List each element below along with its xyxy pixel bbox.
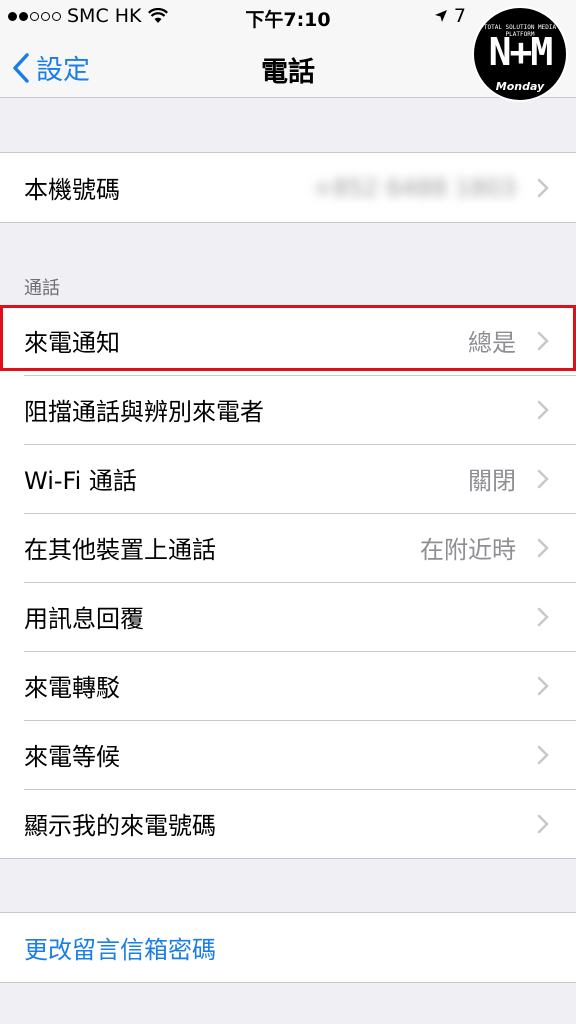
- call-forwarding-row[interactable]: 來電轉駁: [0, 651, 576, 720]
- row-label: 顯示我的來電號碼: [24, 812, 216, 840]
- my-number-row[interactable]: 本機號碼 +852 6488 1803: [0, 153, 576, 222]
- chevron-right-icon: [537, 814, 549, 833]
- chevron-right-icon: [537, 178, 549, 197]
- row-label: 本機號碼: [24, 176, 120, 204]
- row-value: 總是: [468, 329, 516, 357]
- chevron-right-icon: [537, 538, 549, 557]
- chevron-right-icon: [537, 469, 549, 488]
- chevron-right-icon: [537, 745, 549, 764]
- row-label: 更改留言信箱密碼: [24, 936, 216, 964]
- battery-percent: 7: [453, 5, 466, 27]
- change-voicemail-password-button[interactable]: 更改留言信箱密碼: [0, 913, 576, 982]
- row-label: 在其他裝置上通話: [24, 536, 216, 564]
- row-label: 來電等候: [24, 743, 120, 771]
- location-arrow-icon: [434, 10, 447, 22]
- wifi-calling-row[interactable]: Wi-Fi 通話 關閉: [0, 444, 576, 513]
- calls-on-other-devices-row[interactable]: 在其他裝置上通話 在附近時: [0, 513, 576, 582]
- row-label: Wi-Fi 通話: [24, 467, 137, 495]
- row-value: 關閉: [468, 467, 516, 495]
- section-header-calls: 通話: [24, 278, 60, 299]
- calls-group: 來電通知 總是 阻擋通話與辨別來電者 Wi-Fi 通話 關閉 在其他裝置上通話 …: [0, 305, 576, 859]
- chevron-right-icon: [537, 607, 549, 626]
- logo-wordmark: Monday: [495, 80, 545, 93]
- announce-calls-row[interactable]: 來電通知 總是: [0, 306, 576, 375]
- my-number-group: 本機號碼 +852 6488 1803: [0, 152, 576, 223]
- show-caller-id-row[interactable]: 顯示我的來電號碼: [0, 789, 576, 858]
- call-blocking-row[interactable]: 阻擋通話與辨別來電者: [0, 375, 576, 444]
- status-right: 7: [434, 5, 466, 27]
- call-waiting-row[interactable]: 來電等候: [0, 720, 576, 789]
- row-value: +852 6488 1803: [312, 173, 516, 202]
- row-label: 用訊息回覆: [24, 605, 144, 633]
- chevron-right-icon: [537, 400, 549, 419]
- row-label: 阻擋通話與辨別來電者: [24, 398, 264, 426]
- chevron-right-icon: [537, 676, 549, 695]
- row-label: 來電通知: [24, 329, 120, 357]
- respond-with-text-row[interactable]: 用訊息回覆: [0, 582, 576, 651]
- logo-mark: N+M: [488, 30, 554, 74]
- voicemail-group: 更改留言信箱密碼: [0, 912, 576, 983]
- row-value: 在附近時: [420, 536, 516, 564]
- brand-logo: TOTAL SOLUTION MEDIA PLATFORM N+M Monday: [472, 6, 568, 102]
- row-label: 來電轉駁: [24, 674, 120, 702]
- chevron-right-icon: [537, 331, 549, 350]
